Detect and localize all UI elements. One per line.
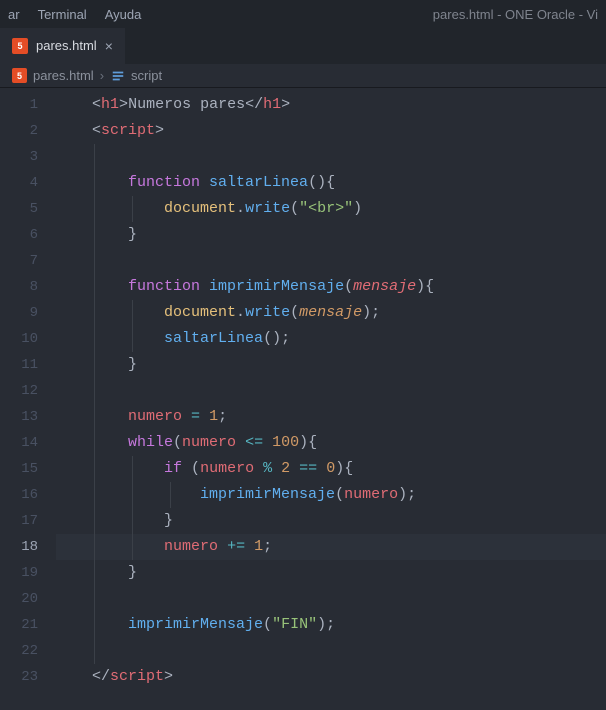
- code-line[interactable]: imprimirMensaje(numero);: [56, 482, 606, 508]
- breadcrumb[interactable]: 5 pares.html › script: [0, 64, 606, 88]
- line-number: 7: [0, 248, 56, 274]
- line-number: 14: [0, 430, 56, 456]
- code-line[interactable]: document.write(mensaje);: [56, 300, 606, 326]
- code-line[interactable]: document.write("<br>"): [56, 196, 606, 222]
- menu-item-help[interactable]: Ayuda: [105, 7, 142, 22]
- code-line[interactable]: }: [56, 560, 606, 586]
- code-line[interactable]: [56, 248, 606, 274]
- line-number: 16: [0, 482, 56, 508]
- code-line[interactable]: [56, 378, 606, 404]
- tab-label: pares.html: [36, 38, 97, 53]
- html-file-icon: 5: [12, 38, 28, 54]
- line-number: 15: [0, 456, 56, 482]
- menu-item[interactable]: ar: [8, 7, 20, 22]
- line-number: 20: [0, 586, 56, 612]
- line-number: 21: [0, 612, 56, 638]
- code-line[interactable]: }: [56, 352, 606, 378]
- code-line[interactable]: [56, 586, 606, 612]
- code-line[interactable]: if (numero % 2 == 0){: [56, 456, 606, 482]
- html-file-icon: 5: [12, 68, 27, 83]
- code-line[interactable]: [56, 144, 606, 170]
- code-line[interactable]: numero += 1;: [56, 534, 606, 560]
- code-editor[interactable]: 1234567891011121314151617181920212223 <h…: [0, 88, 606, 710]
- breadcrumb-file[interactable]: pares.html: [33, 68, 94, 83]
- close-icon[interactable]: ×: [105, 39, 113, 53]
- code-line[interactable]: imprimirMensaje("FIN");: [56, 612, 606, 638]
- code-block-icon: [110, 68, 125, 83]
- code-line[interactable]: function saltarLinea(){: [56, 170, 606, 196]
- line-number: 19: [0, 560, 56, 586]
- code-line[interactable]: [56, 638, 606, 664]
- code-area[interactable]: <h1>Numeros pares</h1> <script> function…: [56, 88, 606, 710]
- line-number: 2: [0, 118, 56, 144]
- line-number: 23: [0, 664, 56, 690]
- line-number-gutter: 1234567891011121314151617181920212223: [0, 88, 56, 710]
- code-line[interactable]: saltarLinea();: [56, 326, 606, 352]
- line-number: 17: [0, 508, 56, 534]
- line-number: 3: [0, 144, 56, 170]
- code-line[interactable]: </script>: [56, 664, 606, 690]
- line-number: 12: [0, 378, 56, 404]
- code-line[interactable]: }: [56, 222, 606, 248]
- tab-pares[interactable]: 5 pares.html ×: [0, 28, 125, 64]
- line-number: 10: [0, 326, 56, 352]
- line-number: 11: [0, 352, 56, 378]
- line-number: 1: [0, 92, 56, 118]
- line-number: 8: [0, 274, 56, 300]
- line-number: 18: [0, 534, 56, 560]
- code-line[interactable]: }: [56, 508, 606, 534]
- code-line[interactable]: <script>: [56, 118, 606, 144]
- line-number: 4: [0, 170, 56, 196]
- line-number: 9: [0, 300, 56, 326]
- code-line[interactable]: <h1>Numeros pares</h1>: [56, 92, 606, 118]
- menu-bar: ar Terminal Ayuda pares.html - ONE Oracl…: [0, 0, 606, 28]
- line-number: 22: [0, 638, 56, 664]
- line-number: 6: [0, 222, 56, 248]
- line-number: 13: [0, 404, 56, 430]
- code-line[interactable]: numero = 1;: [56, 404, 606, 430]
- breadcrumb-symbol[interactable]: script: [131, 68, 162, 83]
- code-line[interactable]: function imprimirMensaje(mensaje){: [56, 274, 606, 300]
- menu-left: ar Terminal Ayuda: [8, 7, 141, 22]
- chevron-right-icon: ›: [100, 68, 104, 83]
- tab-bar: 5 pares.html ×: [0, 28, 606, 64]
- line-number: 5: [0, 196, 56, 222]
- code-line[interactable]: while(numero <= 100){: [56, 430, 606, 456]
- window-title: pares.html - ONE Oracle - Vi: [433, 7, 598, 22]
- menu-item-terminal[interactable]: Terminal: [38, 7, 87, 22]
